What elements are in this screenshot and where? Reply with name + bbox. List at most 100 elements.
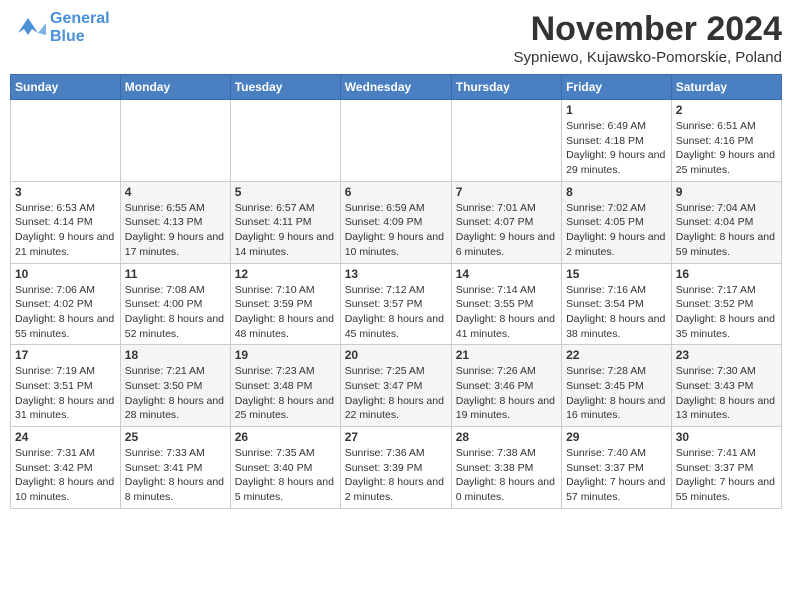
day-info: Sunrise: 7:40 AMSunset: 3:37 PMDaylight:… [566, 446, 667, 505]
day-info: Sunrise: 7:04 AMSunset: 4:04 PMDaylight:… [676, 201, 777, 260]
calendar-week-row: 1 Sunrise: 6:49 AMSunset: 4:18 PMDaylight… [11, 100, 782, 182]
col-tuesday: Tuesday [230, 75, 340, 100]
calendar-cell: 1 Sunrise: 6:49 AMSunset: 4:18 PMDaylight… [562, 100, 672, 182]
day-number: 10 [15, 267, 116, 281]
day-info: Sunrise: 7:26 AMSunset: 3:46 PMDaylight:… [456, 364, 557, 423]
day-number: 7 [456, 185, 557, 199]
logo-text: General Blue [50, 10, 110, 45]
day-info: Sunrise: 7:14 AMSunset: 3:55 PMDaylight:… [456, 283, 557, 342]
logo-line2: Blue [50, 28, 85, 45]
day-info: Sunrise: 7:25 AMSunset: 3:47 PMDaylight:… [345, 364, 447, 423]
day-number: 12 [235, 267, 336, 281]
calendar-cell: 21 Sunrise: 7:26 AMSunset: 3:46 PMDayligh… [451, 345, 561, 427]
day-info: Sunrise: 7:19 AMSunset: 3:51 PMDaylight:… [15, 364, 116, 423]
calendar-cell: 13 Sunrise: 7:12 AMSunset: 3:57 PMDayligh… [340, 263, 451, 345]
calendar-cell: 4Sunrise: 6:55 AMSunset: 4:13 PMDaylight… [120, 181, 230, 263]
day-number: 1 [566, 103, 667, 117]
calendar-cell: 18 Sunrise: 7:21 AMSunset: 3:50 PMDayligh… [120, 345, 230, 427]
day-number: 23 [676, 348, 777, 362]
day-number: 17 [15, 348, 116, 362]
col-wednesday: Wednesday [340, 75, 451, 100]
calendar-cell: 15Sunrise: 7:16 AMSunset: 3:54 PMDayligh… [562, 263, 672, 345]
day-info: Sunrise: 7:35 AMSunset: 3:40 PMDaylight:… [235, 446, 336, 505]
calendar-cell: 26 Sunrise: 7:35 AMSunset: 3:40 PMDayligh… [230, 427, 340, 509]
col-thursday: Thursday [451, 75, 561, 100]
calendar-cell: 25 Sunrise: 7:33 AMSunset: 3:41 PMDayligh… [120, 427, 230, 509]
day-info: Sunrise: 7:08 AMSunset: 4:00 PMDaylight:… [125, 283, 226, 342]
calendar-cell: 27Sunrise: 7:36 AMSunset: 3:39 PMDayligh… [340, 427, 451, 509]
calendar-cell: 11 Sunrise: 7:08 AMSunset: 4:00 PMDayligh… [120, 263, 230, 345]
day-info: Sunrise: 7:38 AMSunset: 3:38 PMDaylight:… [456, 446, 557, 505]
calendar-week-row: 10 Sunrise: 7:06 AMSunset: 4:02 PMDayligh… [11, 263, 782, 345]
day-number: 22 [566, 348, 667, 362]
calendar-cell [340, 100, 451, 182]
day-number: 28 [456, 430, 557, 444]
calendar-cell: 8 Sunrise: 7:02 AMSunset: 4:05 PMDaylight… [562, 181, 672, 263]
day-number: 20 [345, 348, 447, 362]
day-number: 16 [676, 267, 777, 281]
day-info: Sunrise: 7:17 AMSunset: 3:52 PMDaylight:… [676, 283, 777, 342]
calendar-cell: 2 Sunrise: 6:51 AMSunset: 4:16 PMDaylight… [671, 100, 781, 182]
day-info: Sunrise: 7:21 AMSunset: 3:50 PMDaylight:… [125, 364, 226, 423]
day-number: 2 [676, 103, 777, 117]
day-number: 4 [125, 185, 226, 199]
day-number: 27 [345, 430, 447, 444]
calendar-cell: 9 Sunrise: 7:04 AMSunset: 4:04 PMDaylight… [671, 181, 781, 263]
day-number: 26 [235, 430, 336, 444]
day-number: 9 [676, 185, 777, 199]
calendar-week-row: 3Sunrise: 6:53 AMSunset: 4:14 PMDaylight… [11, 181, 782, 263]
logo: General Blue [10, 10, 110, 45]
day-number: 29 [566, 430, 667, 444]
calendar-cell: 29 Sunrise: 7:40 AMSunset: 3:37 PMDayligh… [562, 427, 672, 509]
calendar-cell: 14 Sunrise: 7:14 AMSunset: 3:55 PMDayligh… [451, 263, 561, 345]
day-number: 3 [15, 185, 116, 199]
title-area: November 2024 Sypniewo, Kujawsko-Pomorsk… [514, 10, 782, 66]
day-info: Sunrise: 7:12 AMSunset: 3:57 PMDaylight:… [345, 283, 447, 342]
day-number: 13 [345, 267, 447, 281]
calendar-cell: 3Sunrise: 6:53 AMSunset: 4:14 PMDaylight… [11, 181, 121, 263]
col-friday: Friday [562, 75, 672, 100]
calendar-week-row: 24 Sunrise: 7:31 AMSunset: 3:42 PMDayligh… [11, 427, 782, 509]
day-info: Sunrise: 6:59 AMSunset: 4:09 PMDaylight:… [345, 201, 447, 260]
calendar-cell: 5 Sunrise: 6:57 AMSunset: 4:11 PMDaylight… [230, 181, 340, 263]
day-number: 24 [15, 430, 116, 444]
day-info: Sunrise: 7:06 AMSunset: 4:02 PMDaylight:… [15, 283, 116, 342]
day-info: Sunrise: 7:30 AMSunset: 3:43 PMDaylight:… [676, 364, 777, 423]
day-number: 11 [125, 267, 226, 281]
day-info: Sunrise: 7:41 AMSunset: 3:37 PMDaylight:… [676, 446, 777, 505]
day-info: Sunrise: 7:02 AMSunset: 4:05 PMDaylight:… [566, 201, 667, 260]
logo-icon [10, 13, 46, 43]
calendar-cell: 6 Sunrise: 6:59 AMSunset: 4:09 PMDaylight… [340, 181, 451, 263]
day-number: 21 [456, 348, 557, 362]
day-number: 25 [125, 430, 226, 444]
day-info: Sunrise: 6:57 AMSunset: 4:11 PMDaylight:… [235, 201, 336, 260]
location: Sypniewo, Kujawsko-Pomorskie, Poland [514, 49, 782, 66]
calendar-cell [451, 100, 561, 182]
calendar-header-row: Sunday Monday Tuesday Wednesday Thursday… [11, 75, 782, 100]
calendar-week-row: 17 Sunrise: 7:19 AMSunset: 3:51 PMDayligh… [11, 345, 782, 427]
day-number: 8 [566, 185, 667, 199]
calendar-cell: 12 Sunrise: 7:10 AMSunset: 3:59 PMDayligh… [230, 263, 340, 345]
calendar-cell: 20 Sunrise: 7:25 AMSunset: 3:47 PMDayligh… [340, 345, 451, 427]
day-info: Sunrise: 7:33 AMSunset: 3:41 PMDaylight:… [125, 446, 226, 505]
day-number: 14 [456, 267, 557, 281]
logo-line1: General [50, 10, 110, 27]
calendar-cell: 19Sunrise: 7:23 AMSunset: 3:48 PMDayligh… [230, 345, 340, 427]
day-number: 6 [345, 185, 447, 199]
calendar-cell: 16 Sunrise: 7:17 AMSunset: 3:52 PMDayligh… [671, 263, 781, 345]
day-number: 18 [125, 348, 226, 362]
calendar-cell: 7Sunrise: 7:01 AMSunset: 4:07 PMDaylight… [451, 181, 561, 263]
day-info: Sunrise: 6:51 AMSunset: 4:16 PMDaylight:… [676, 119, 777, 178]
calendar: Sunday Monday Tuesday Wednesday Thursday… [10, 74, 782, 509]
day-number: 5 [235, 185, 336, 199]
day-info: Sunrise: 7:31 AMSunset: 3:42 PMDaylight:… [15, 446, 116, 505]
calendar-cell: 10 Sunrise: 7:06 AMSunset: 4:02 PMDayligh… [11, 263, 121, 345]
day-info: Sunrise: 7:10 AMSunset: 3:59 PMDaylight:… [235, 283, 336, 342]
calendar-cell: 23 Sunrise: 7:30 AMSunset: 3:43 PMDayligh… [671, 345, 781, 427]
day-info: Sunrise: 6:49 AMSunset: 4:18 PMDaylight:… [566, 119, 667, 178]
month-title: November 2024 [514, 10, 782, 49]
day-info: Sunrise: 7:23 AMSunset: 3:48 PMDaylight:… [235, 364, 336, 423]
day-number: 30 [676, 430, 777, 444]
calendar-cell: 30 Sunrise: 7:41 AMSunset: 3:37 PMDayligh… [671, 427, 781, 509]
calendar-cell [11, 100, 121, 182]
